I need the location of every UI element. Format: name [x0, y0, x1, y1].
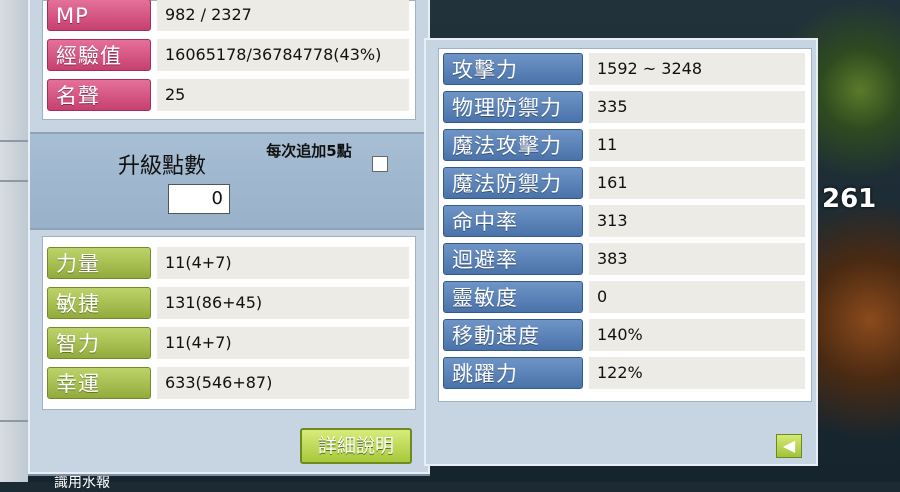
add-five-checkbox[interactable]: [372, 156, 388, 172]
detail-stat-window: 攻擊力 1592 ~ 3248 物理防禦力 335 魔法攻擊力 11 魔法防禦力…: [424, 38, 818, 466]
detail-label: 命中率: [443, 205, 583, 237]
detail-value: 161: [589, 167, 805, 199]
stat-value: 25: [157, 79, 409, 111]
stat-value: 16065178/36784778(43%): [157, 39, 409, 71]
level-points-field: 0: [168, 184, 230, 214]
detail-stats-panel: 攻擊力 1592 ~ 3248 物理防禦力 335 魔法攻擊力 11 魔法防禦力…: [438, 48, 812, 402]
detail-button[interactable]: 詳細說明: [300, 428, 412, 464]
attributes-panel: 力量 11(4+7) 敏捷 131(86+45) 智力 11(4+7) 幸運 6…: [42, 236, 416, 410]
collapse-arrow-icon[interactable]: ◀: [776, 434, 802, 458]
attribute-label: 敏捷: [47, 287, 151, 319]
detail-label: 靈敏度: [443, 281, 583, 313]
attribute-label: 幸運: [47, 367, 151, 399]
level-points-area: 升級點數 0 每次追加5點: [30, 132, 428, 230]
add-five-label: 每次追加5點: [266, 142, 352, 160]
level-points-label: 升級點數: [118, 154, 207, 179]
attribute-label: 智力: [47, 327, 151, 359]
damage-number: 261: [822, 184, 877, 214]
stat-window: MP 982 / 2327 經驗值 16065178/36784778(43%)…: [28, 0, 430, 474]
stat-value: 982 / 2327: [157, 0, 409, 31]
detail-label: 物理防禦力: [443, 91, 583, 123]
detail-label: 跳躍力: [443, 357, 583, 389]
detail-value: 122%: [589, 357, 805, 389]
attribute-value: 11(4+7): [157, 247, 409, 279]
detail-label: 魔法防禦力: [443, 167, 583, 199]
detail-value: 140%: [589, 319, 805, 351]
detail-value: 0: [589, 281, 805, 313]
detail-value: 383: [589, 243, 805, 275]
stat-label: 經驗值: [47, 39, 151, 71]
basic-stats-panel: MP 982 / 2327 經驗值 16065178/36784778(43%)…: [42, 0, 416, 120]
detail-value: 1592 ~ 3248: [589, 53, 805, 85]
detail-label: 迴避率: [443, 243, 583, 275]
attribute-value: 11(4+7): [157, 327, 409, 359]
detail-label: 攻擊力: [443, 53, 583, 85]
left-window-edge: [0, 0, 28, 482]
detail-label: 魔法攻擊力: [443, 129, 583, 161]
bottom-text: 識用水報: [54, 475, 110, 491]
detail-value: 335: [589, 91, 805, 123]
stat-label: MP: [47, 0, 151, 31]
detail-value: 11: [589, 129, 805, 161]
attribute-value: 633(546+87): [157, 367, 409, 399]
detail-label: 移動速度: [443, 319, 583, 351]
detail-value: 313: [589, 205, 805, 237]
attribute-label: 力量: [47, 247, 151, 279]
stat-label: 名聲: [47, 79, 151, 111]
attribute-value: 131(86+45): [157, 287, 409, 319]
